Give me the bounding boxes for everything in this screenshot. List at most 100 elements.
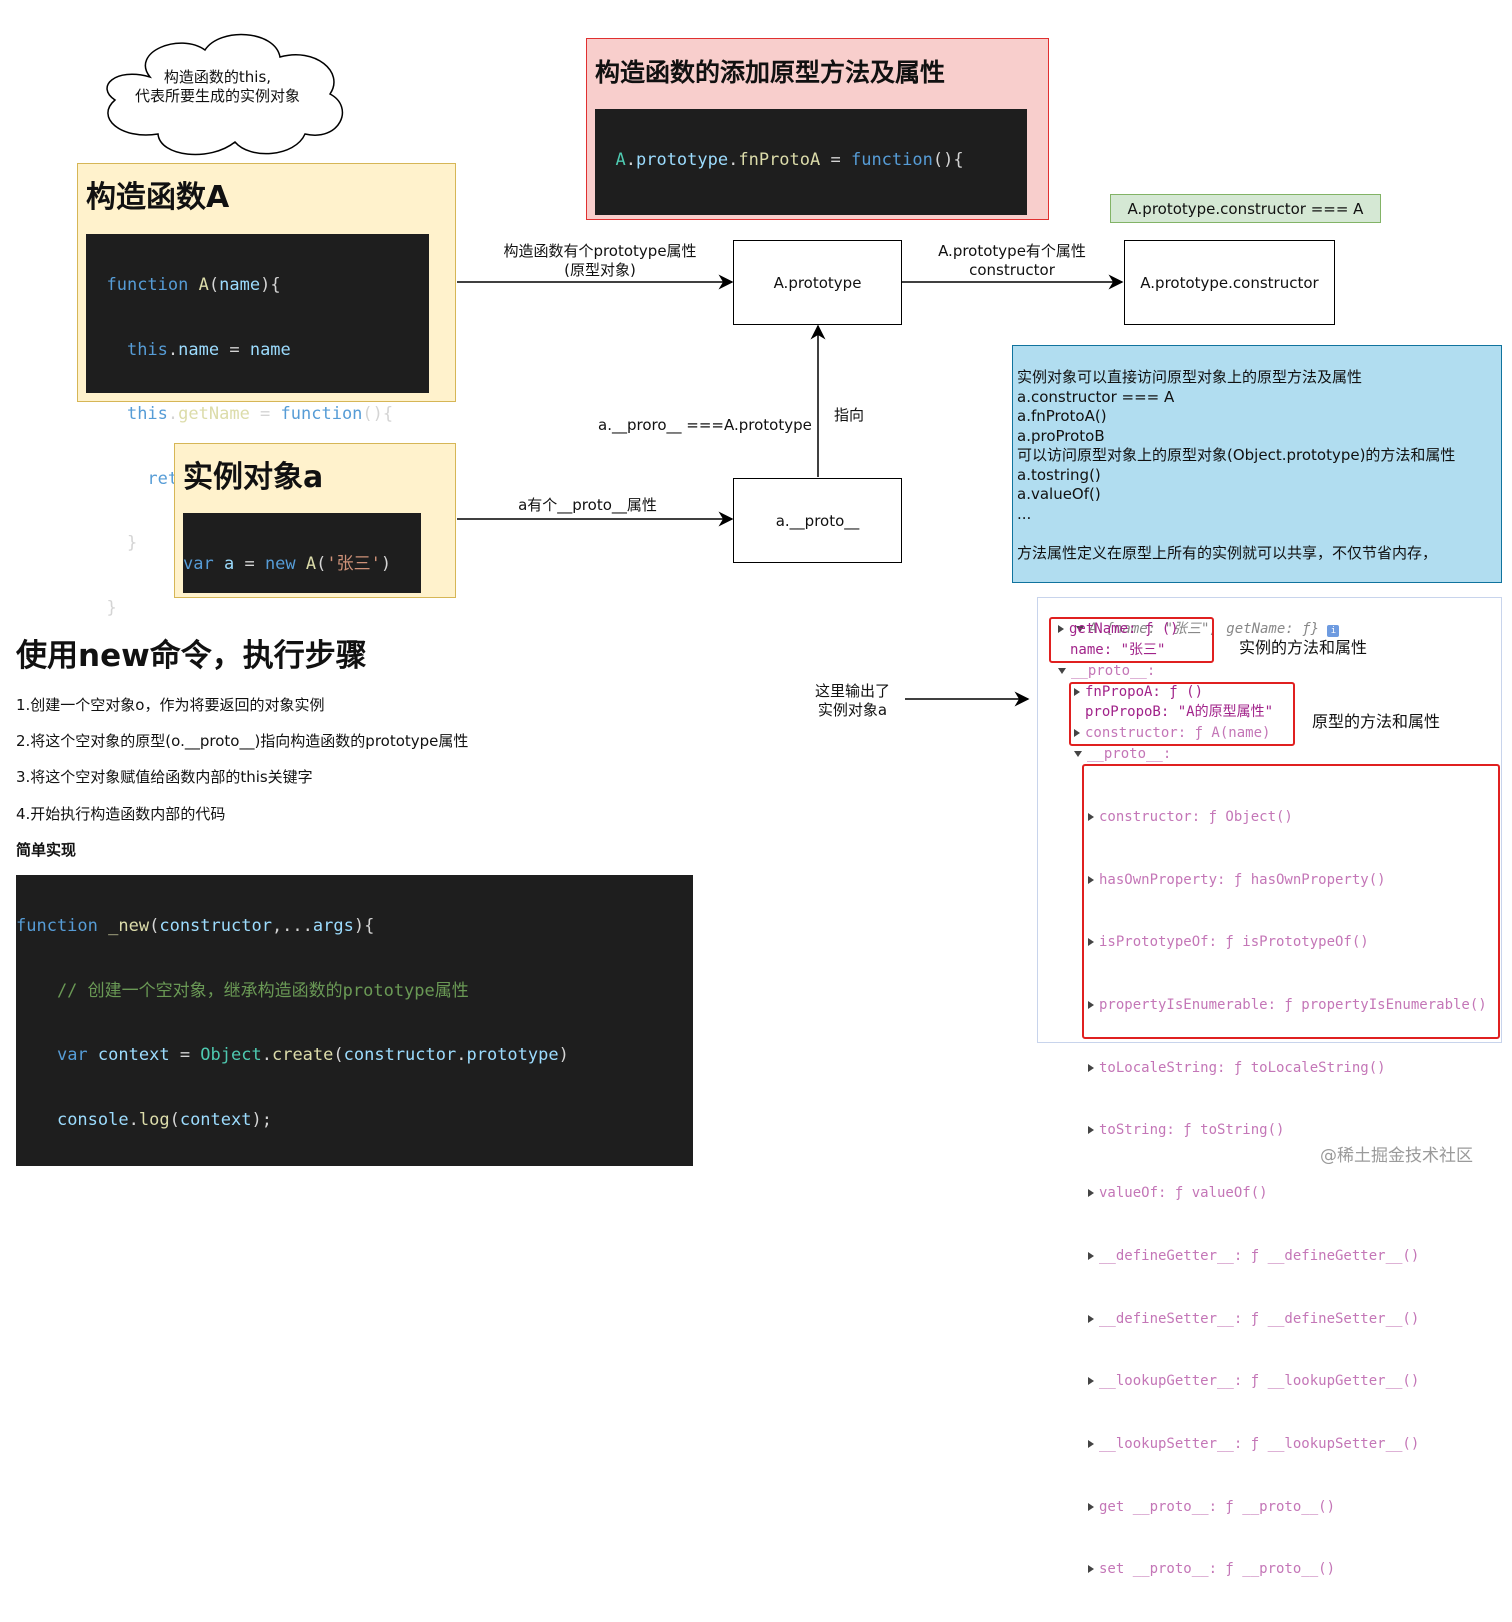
devtools-row[interactable]: __lookupGetter__: ƒ __lookupGetter__() <box>1088 1371 1487 1392</box>
prototype-panel: 构造函数的添加原型方法及属性 A.prototype.fnProtoA = fu… <box>586 38 1049 220</box>
code-line: this.name = name <box>126 339 291 360</box>
info-line: 可以访问原型对象上的原型对象(Object.prototype)的方法和属性 <box>1017 446 1456 464</box>
instance-panel: 实例对象a var a = new A('张三') //a是构造函数A的实例对象… <box>174 443 456 598</box>
devtools-row[interactable]: toLocaleString: ƒ toLocaleString() <box>1088 1058 1487 1079</box>
info-line: ... <box>1017 504 1032 523</box>
code-line: function A(name){ <box>106 275 281 295</box>
expand-triangle-icon[interactable] <box>1058 625 1064 633</box>
edge-label-inst-proto: a有个__proto__属性 <box>518 496 657 514</box>
code-line: function _new(constructor,...args){ <box>16 916 375 936</box>
info-box: 实例对象可以直接访问原型对象上的原型方法及属性 a.constructor ==… <box>1012 345 1502 583</box>
devtools-row: name: "张三" <box>1070 640 1165 661</box>
proto-props-label: 原型的方法和属性 <box>1312 712 1441 731</box>
edge-label-equality: a.__proro__ ===A.prototype <box>598 416 812 434</box>
expand-triangle-icon[interactable] <box>1088 1440 1094 1448</box>
instance-title: 实例对象a <box>183 460 324 495</box>
expand-triangle-icon[interactable] <box>1088 1000 1094 1009</box>
collapse-triangle-icon[interactable] <box>1074 751 1082 757</box>
expand-triangle-icon[interactable] <box>1088 1565 1094 1574</box>
devtools-panel: A {name: "张三", getName: ƒ} i getName: ƒ … <box>1037 597 1502 1577</box>
devtools-row[interactable]: fnPropoA: ƒ () <box>1074 682 1203 703</box>
expand-triangle-icon[interactable] <box>1088 1063 1094 1072</box>
row-text: hasOwnProperty: ƒ hasOwnProperty() <box>1099 871 1386 888</box>
row-text: fnPropoA: ƒ () <box>1085 684 1204 700</box>
edge-label-line: constructor <box>969 261 1055 279</box>
devtools-row[interactable]: getName: ƒ () <box>1058 619 1179 640</box>
node-constructor: A.prototype.constructor <box>1124 240 1335 325</box>
devtools-row[interactable]: __lookupSetter__: ƒ __lookupSetter__() <box>1088 1434 1487 1455</box>
info-line: a.tostring() <box>1017 465 1101 484</box>
info-line: a.valueOf() <box>1017 485 1101 503</box>
constructor-title: 构造函数A <box>86 180 230 215</box>
row-text: constructor: ƒ Object() <box>1099 808 1293 825</box>
expand-triangle-icon[interactable] <box>1088 1189 1094 1198</box>
expand-triangle-icon[interactable] <box>1088 1314 1094 1323</box>
row-text: __lookupGetter__: ƒ __lookupGetter__() <box>1099 1373 1420 1390</box>
prototype-panel-title: 构造函数的添加原型方法及属性 <box>595 58 946 87</box>
prototype-code: A.prototype.fnProtoA = function(){ conso… <box>595 109 1027 215</box>
object-rows: constructor: ƒ Object() hasOwnProperty: … <box>1088 765 1487 1622</box>
output-label-line: 实例对象a <box>817 701 888 719</box>
devtools-row[interactable]: __proto__: <box>1058 661 1155 682</box>
row-text: getName: ƒ () <box>1069 621 1179 637</box>
expand-triangle-icon[interactable] <box>1088 875 1094 884</box>
expand-triangle-icon[interactable] <box>1088 1502 1094 1511</box>
row-text: __proto__: <box>1071 663 1156 679</box>
collapse-triangle-icon[interactable] <box>1058 668 1066 674</box>
code-line: console.log(context); <box>56 1109 272 1130</box>
constructor-panel: 构造函数A function A(name){ this.name = name… <box>77 163 456 618</box>
equality-note: A.prototype.constructor === A <box>1110 194 1381 223</box>
devtools-row[interactable]: constructor: ƒ Object() <box>1088 807 1487 828</box>
row-text: __lookupSetter__: ƒ __lookupSetter__() <box>1099 1436 1420 1452</box>
row-text: valueOf: ƒ valueOf() <box>1099 1185 1268 1202</box>
output-label-line: 这里输出了 <box>814 682 890 700</box>
devtools-row[interactable]: __defineSetter__: ƒ __defineSetter__() <box>1088 1309 1487 1330</box>
row-text: proPropoB: "A的原型属性" <box>1085 704 1274 720</box>
constructor-code: function A(name){ this.name = name this.… <box>86 234 429 618</box>
expand-triangle-icon[interactable] <box>1088 812 1094 821</box>
expand-triangle-icon[interactable] <box>1088 938 1094 947</box>
devtools-row[interactable]: propertyIsEnumerable: ƒ propertyIsEnumer… <box>1088 995 1487 1016</box>
expand-triangle-icon[interactable] <box>1088 1126 1094 1135</box>
cloud-note: 构造函数的this, 代表所要生成的实例对象 <box>90 22 350 157</box>
expand-triangle-icon[interactable] <box>1088 1377 1094 1386</box>
new-step-2: 2.将这个空对象的原型(o.__proto__)指向构造函数的prototype… <box>16 732 469 750</box>
impl-title: 简单实现 <box>16 841 77 859</box>
devtools-row[interactable]: set __proto__: ƒ __proto__() <box>1088 1559 1487 1580</box>
edge-label-ctor-proto: 构造函数有个prototype属性 (原型对象) <box>480 242 720 280</box>
row-text: __defineSetter__: ƒ __defineSetter__() <box>1099 1310 1420 1327</box>
watermark: @稀土掘金技术社区 <box>1320 1146 1473 1166</box>
code-line: var a = new A('张三') <box>183 554 392 574</box>
devtools-row[interactable]: valueOf: ƒ valueOf() <box>1088 1183 1487 1204</box>
code-line: this.getName = function(){ <box>126 404 394 424</box>
row-text: toLocaleString: ƒ toLocaleString() <box>1099 1059 1386 1076</box>
devtools-row[interactable]: __defineGetter__: ƒ __defineGetter__() <box>1088 1246 1487 1267</box>
devtools-row[interactable]: hasOwnProperty: ƒ hasOwnProperty() <box>1088 870 1487 891</box>
new-impl-code: function _new(constructor,...args){ // 创… <box>16 875 693 1166</box>
devtools-row[interactable]: isPrototypeOf: ƒ isPrototypeOf() <box>1088 932 1487 953</box>
info-line: 方法属性定义在原型上所有的实例就可以共享，不仅节省内存， <box>1017 543 1438 562</box>
row-text: name: "张三" <box>1070 642 1166 658</box>
info-line: 实例对象可以直接访问原型对象上的原型方法及属性 <box>1017 368 1363 386</box>
row-text: __proto__: <box>1087 746 1172 762</box>
row-text: get __proto__: ƒ __proto__() <box>1099 1498 1336 1515</box>
node-prototype: A.prototype <box>733 240 902 325</box>
devtools-row[interactable]: __proto__: <box>1074 744 1171 765</box>
expand-triangle-icon[interactable] <box>1088 1251 1094 1260</box>
expand-triangle-icon[interactable] <box>1074 688 1080 696</box>
code-line: console.log('这是原型方法'); <box>595 212 1027 216</box>
row-text: propertyIsEnumerable: ƒ propertyIsEnumer… <box>1099 996 1487 1013</box>
devtools-row[interactable]: toString: ƒ toString() <box>1088 1120 1487 1141</box>
row-text: isPrototypeOf: ƒ isPrototypeOf() <box>1099 934 1369 951</box>
new-step-4: 4.开始执行构造函数内部的代码 <box>16 805 226 823</box>
node-proto: a.__proto__ <box>733 478 902 563</box>
devtools-row[interactable]: constructor: ƒ A(name) <box>1074 723 1270 744</box>
edge-label-line: 构造函数有个prototype属性 <box>503 242 697 260</box>
edge-label-points-to: 指向 <box>834 406 865 424</box>
devtools-row[interactable]: get __proto__: ƒ __proto__() <box>1088 1497 1487 1518</box>
info-line: a.proProtoB <box>1017 426 1105 445</box>
new-step-1: 1.创建一个空对象o，作为将要返回的对象实例 <box>16 696 325 714</box>
row-text: toString: ƒ toString() <box>1099 1122 1285 1139</box>
code-line: // 创建一个空对象，继承构造函数的prototype属性 <box>16 980 469 1001</box>
expand-triangle-icon[interactable] <box>1074 729 1080 737</box>
